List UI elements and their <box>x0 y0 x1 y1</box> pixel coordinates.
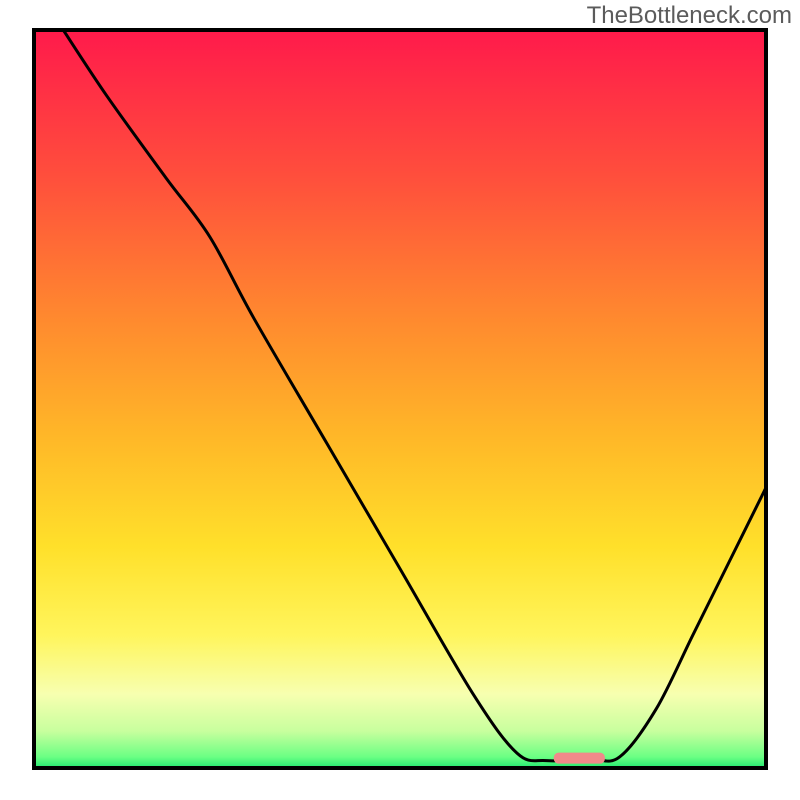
watermark-text: TheBottleneck.com <box>587 2 792 30</box>
bottleneck-chart <box>0 0 800 800</box>
gradient-background <box>34 30 766 768</box>
optimal-range-marker <box>554 753 605 764</box>
chart-container: TheBottleneck.com <box>0 0 800 800</box>
